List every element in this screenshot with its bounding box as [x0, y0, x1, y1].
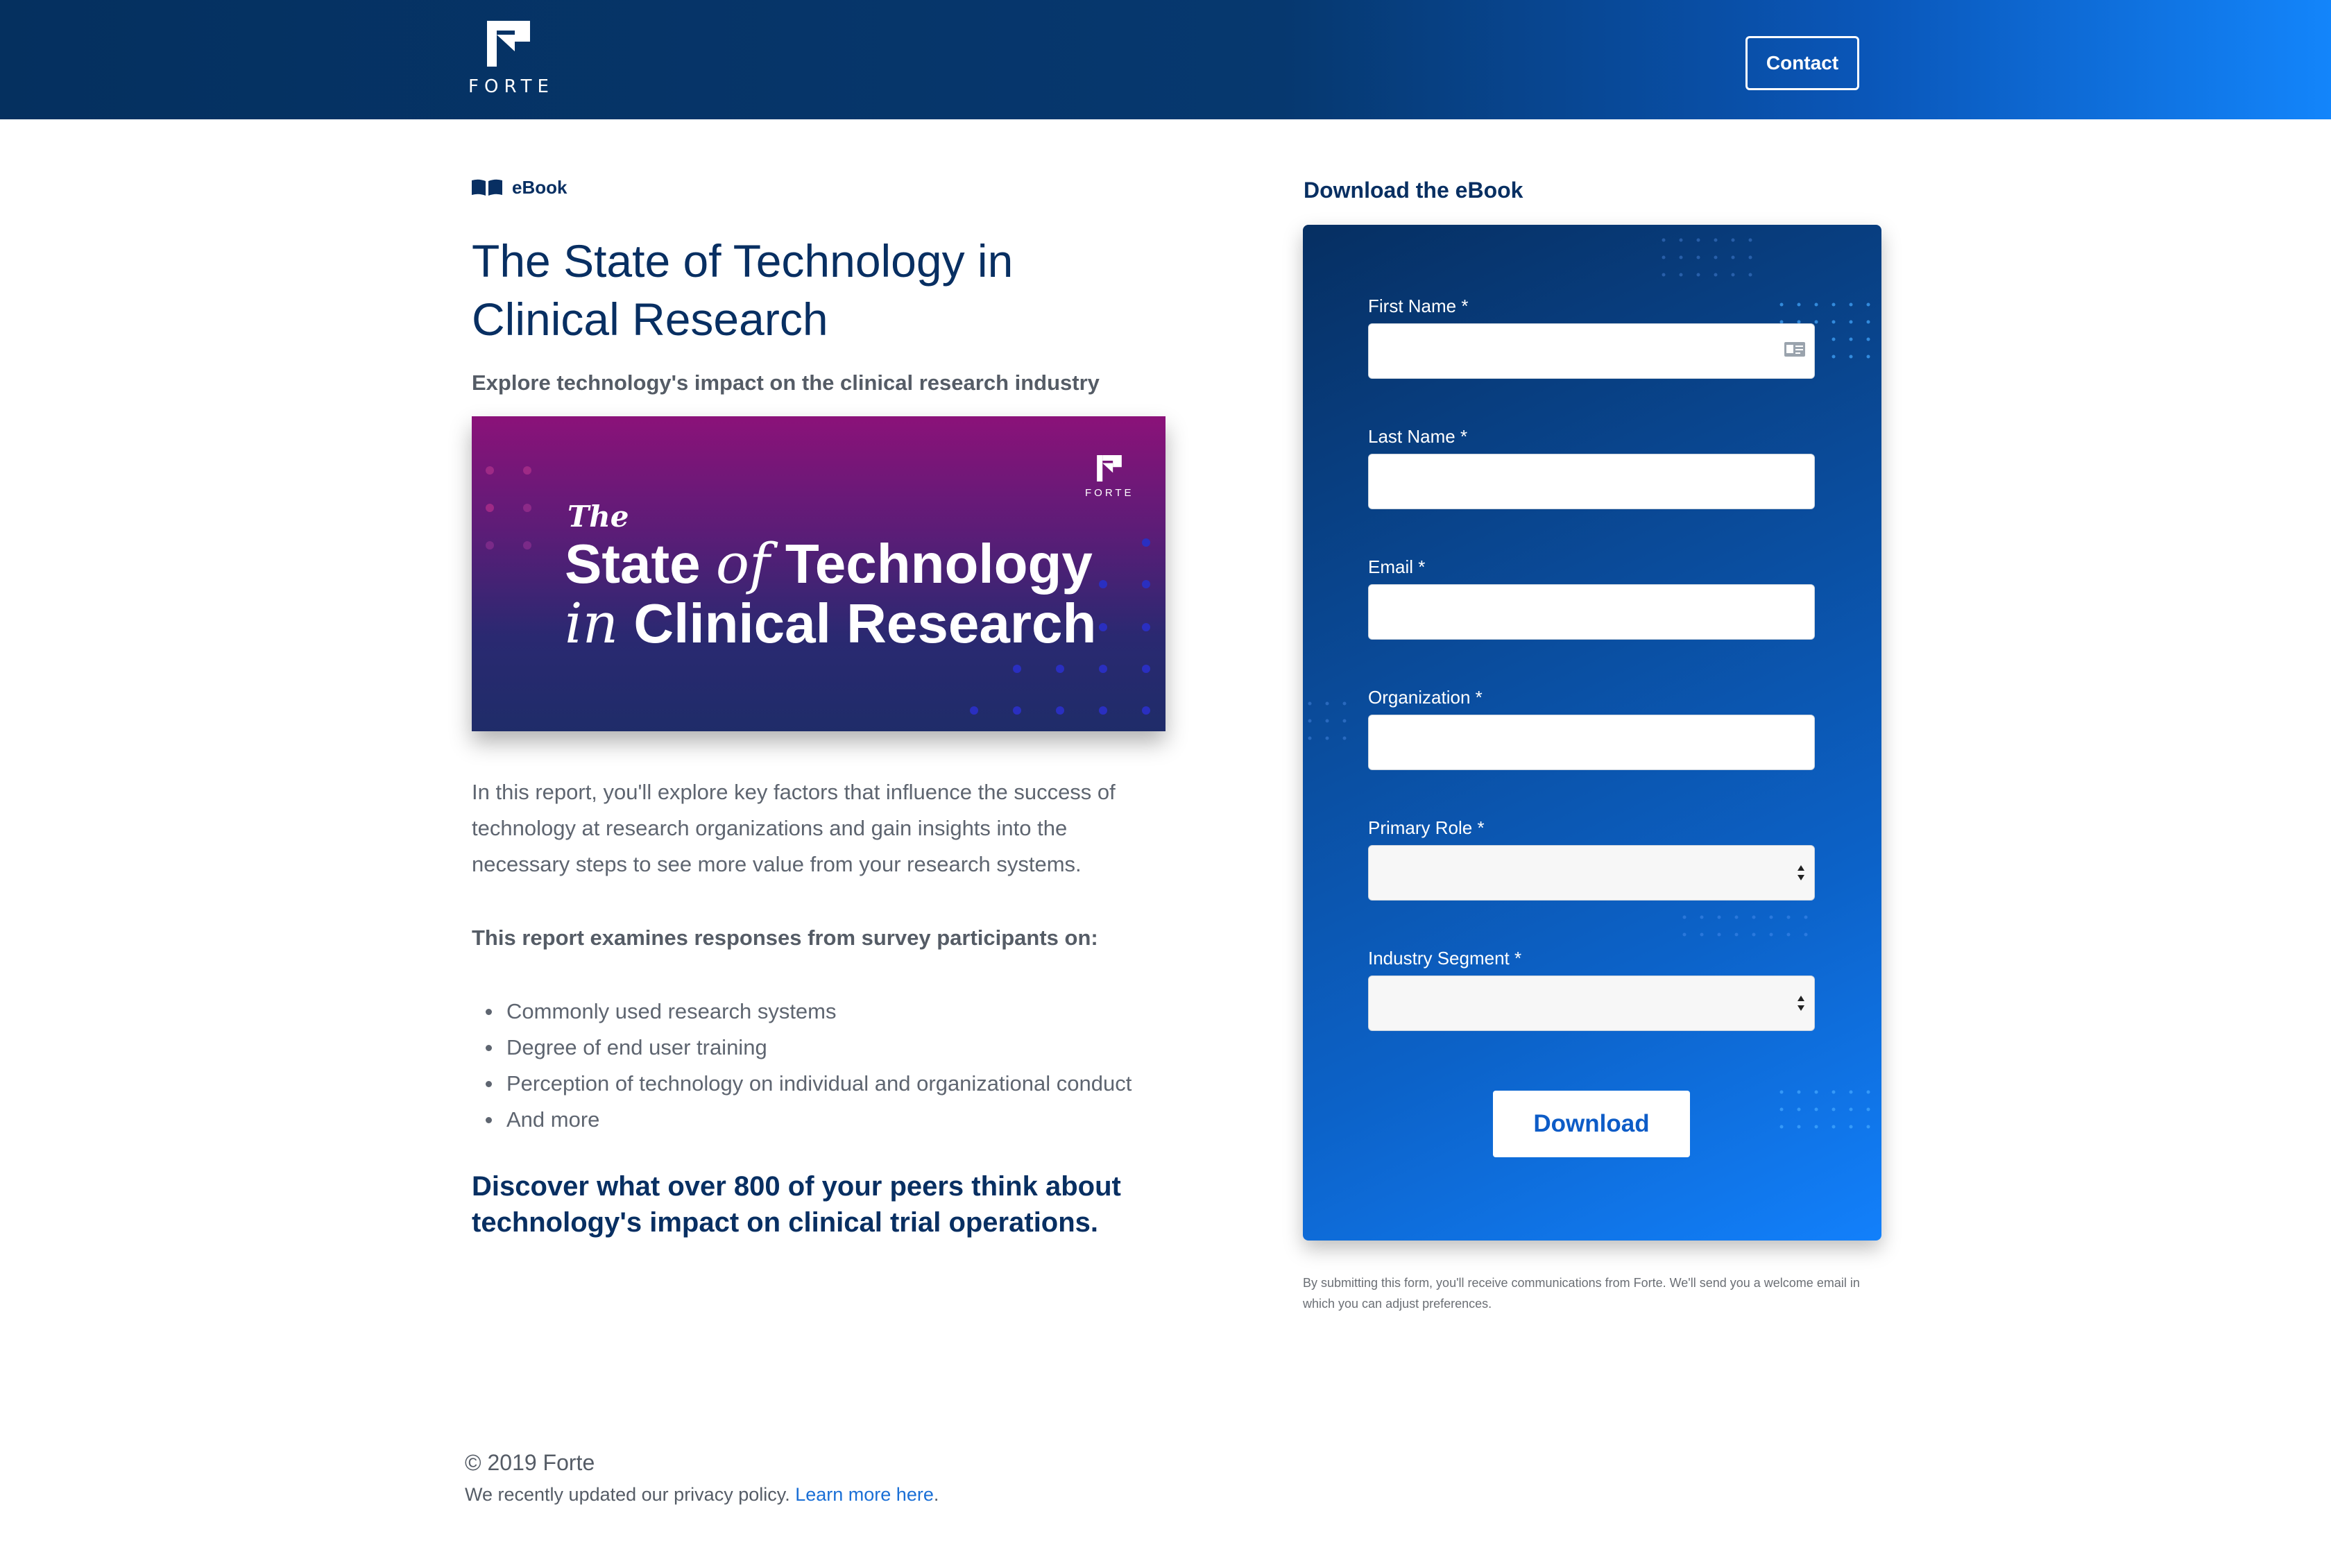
cover-dot	[1099, 580, 1107, 588]
cover-dot	[970, 706, 978, 715]
cover-dot	[486, 466, 494, 475]
ebook-cover-image: FORTE The State of Technology in Clinica…	[472, 416, 1166, 731]
first-name-field: First Name *	[1368, 296, 1815, 379]
email-label: Email *	[1368, 556, 1426, 577]
email-input[interactable]	[1368, 584, 1815, 640]
primary-role-select[interactable]	[1368, 845, 1815, 901]
form-heading: Download the eBook	[1304, 178, 1523, 203]
organization-field: Organization *	[1368, 687, 1815, 770]
cover-dot	[1099, 623, 1107, 631]
organization-input[interactable]	[1368, 715, 1815, 770]
examines-heading: This report examines responses from surv…	[472, 926, 1098, 950]
industry-segment-label: Industry Segment *	[1368, 948, 1522, 969]
page-title: The State of Technology in Clinical Rese…	[472, 235, 1014, 345]
cover-dot	[1099, 706, 1107, 715]
industry-segment-field: Industry Segment *	[1368, 948, 1815, 1031]
cover-dot	[1013, 706, 1021, 715]
cover-dot	[1142, 538, 1150, 547]
contact-button[interactable]: Contact	[1745, 36, 1859, 90]
download-button[interactable]: Download	[1493, 1091, 1690, 1157]
discover-callout: Discover what over 800 of your peers thi…	[472, 1171, 1121, 1238]
download-form: First Name * Last Name * Email * Organiz…	[1303, 225, 1881, 1241]
organization-label: Organization *	[1368, 687, 1483, 708]
first-name-input[interactable]	[1368, 323, 1815, 379]
tag-label: eBook	[512, 176, 567, 198]
page-subtitle: Explore technology's impact on the clini…	[472, 370, 1100, 395]
primary-role-label: Primary Role *	[1368, 817, 1485, 838]
main-content: eBook The State of Technology in Clinica…	[472, 173, 1166, 1241]
cover-dot	[1056, 665, 1064, 673]
logo-text: FORTE	[468, 76, 554, 97]
cover-dot	[1142, 665, 1150, 673]
list-item: Commonly used research systems	[486, 994, 1166, 1030]
last-name-field: Last Name *	[1368, 426, 1815, 509]
topics-list: Commonly used research systems Degree of…	[472, 994, 1166, 1138]
cover-dot	[523, 504, 531, 512]
forte-logo[interactable]: FORTE	[466, 21, 556, 97]
first-name-label: First Name *	[1368, 296, 1469, 316]
industry-segment-select[interactable]	[1368, 975, 1815, 1031]
cover-logo-text: FORTE	[1085, 487, 1134, 499]
forte-logo-icon	[487, 21, 530, 67]
cover-dot	[1142, 580, 1150, 588]
intro-paragraph: In this report, you'll explore key facto…	[472, 780, 1116, 876]
last-name-label: Last Name *	[1368, 426, 1468, 447]
content-type-tag: eBook	[472, 173, 1166, 201]
contact-card-icon[interactable]	[1784, 339, 1806, 359]
privacy-notice: We recently updated our privacy policy. …	[465, 1484, 939, 1505]
cover-dot	[1056, 706, 1064, 715]
cover-dot	[486, 541, 494, 549]
cover-dot	[523, 466, 531, 475]
cover-dot	[1142, 623, 1150, 631]
cover-title-line2: in Clinical Research	[565, 591, 1097, 656]
cover-dot	[523, 541, 531, 549]
privacy-link[interactable]: Learn more here	[795, 1484, 934, 1505]
select-arrows-icon	[1798, 865, 1804, 880]
cover-forte-logo: FORTE	[1085, 455, 1134, 499]
primary-role-field: Primary Role *	[1368, 817, 1815, 901]
list-item: Degree of end user training	[486, 1030, 1166, 1066]
cover-dot	[1013, 665, 1021, 673]
last-name-input[interactable]	[1368, 454, 1815, 509]
cover-dot	[486, 504, 494, 512]
cover-title-line1: State of Technology	[565, 531, 1093, 596]
list-item: And more	[486, 1102, 1166, 1138]
list-item: Perception of technology on individual a…	[486, 1066, 1166, 1102]
cover-dot	[1099, 665, 1107, 673]
select-arrows-icon	[1798, 996, 1804, 1011]
forte-logo-icon	[1097, 455, 1122, 482]
copyright: © 2019 Forte	[465, 1450, 595, 1475]
cover-dot	[1142, 706, 1150, 715]
cover-title-the: The	[567, 500, 629, 534]
form-disclaimer: By submitting this form, you'll receive …	[1303, 1276, 1860, 1311]
site-header: FORTE Contact	[0, 0, 2331, 119]
book-icon	[472, 179, 502, 196]
site-footer: © 2019 Forte We recently updated our pri…	[465, 1450, 939, 1506]
email-field: Email *	[1368, 556, 1815, 640]
